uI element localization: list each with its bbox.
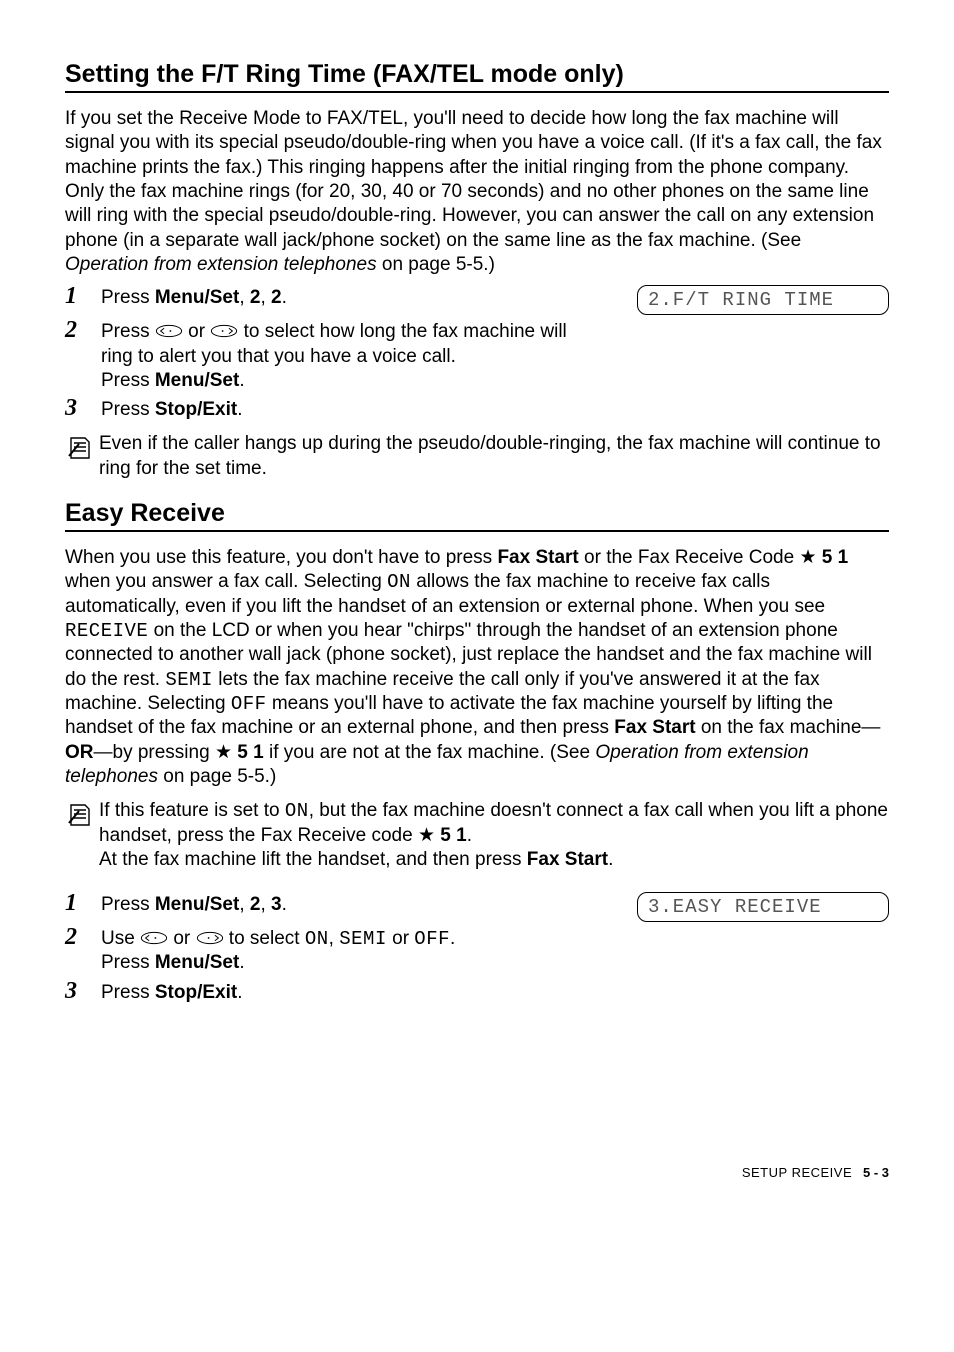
section-title-ft-ring: Setting the F/T Ring Time (FAX/TEL mode … (65, 60, 889, 93)
step-number: 1 (65, 890, 101, 916)
nav-left-icon (155, 323, 183, 339)
lcd-display: 3.EASY RECEIVE (637, 892, 889, 922)
step-text: Press or to select how long the fax mach… (101, 317, 889, 393)
step-number: 2 (65, 924, 101, 950)
nav-left-icon (140, 930, 168, 946)
step-text: Press Menu/Set, 2, 2. (101, 283, 629, 310)
note-text: If this feature is set to ON, but the fa… (99, 799, 889, 872)
step-number: 1 (65, 283, 101, 309)
note-icon (65, 801, 93, 829)
step-text: Press Stop/Exit. (101, 978, 889, 1005)
step-number: 3 (65, 395, 101, 421)
footer-page: 5 - 3 (863, 1165, 889, 1180)
note-icon (65, 434, 93, 462)
step-text: Press Menu/Set, 2, 3. (101, 890, 629, 917)
note-text: Even if the caller hangs up during the p… (99, 432, 889, 481)
nav-right-icon (210, 323, 238, 339)
step-number: 3 (65, 978, 101, 1004)
xref: Operation from extension telephones (65, 742, 809, 787)
footer-section: SETUP RECEIVE (742, 1165, 852, 1180)
step-number: 2 (65, 317, 101, 343)
step-text: Use or to select ON, SEMI or OFF.Press M… (101, 924, 889, 976)
xref: Operation from extension telephones (65, 254, 377, 275)
nav-right-icon (196, 930, 224, 946)
section-intro: When you use this feature, you don't hav… (65, 546, 889, 789)
lcd-display: 2.F/T RING TIME (637, 285, 889, 315)
section-intro: If you set the Receive Mode to FAX/TEL, … (65, 107, 889, 277)
step-text: Press Stop/Exit. (101, 395, 889, 422)
page-footer: SETUP RECEIVE 5 - 3 (65, 1165, 889, 1180)
section-title-easy-receive: Easy Receive (65, 499, 889, 532)
